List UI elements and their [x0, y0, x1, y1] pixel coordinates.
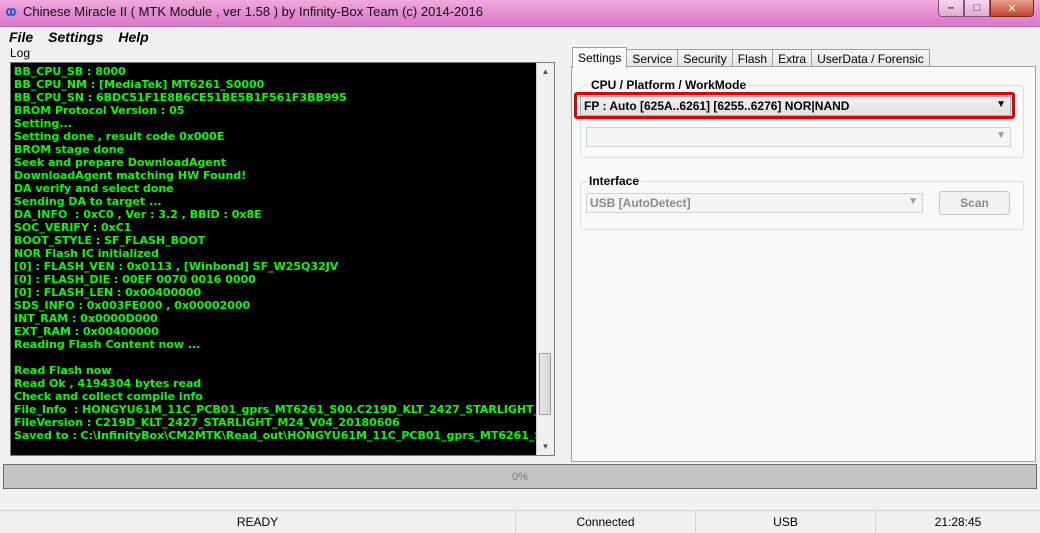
status-interface: USB: [696, 511, 876, 532]
maximize-button[interactable]: □: [964, 0, 990, 17]
log-line: Sending DA to target ...: [14, 195, 162, 208]
tab-settings[interactable]: Settings: [572, 47, 628, 68]
log-line: Check and collect compile info: [14, 390, 203, 403]
log-label: Log: [10, 46, 31, 60]
log-output[interactable]: BB_CPU_SB : 8000 BB_CPU_NM : [MediaTek] M…: [10, 62, 555, 456]
status-connection: Connected: [516, 511, 696, 532]
status-time: 21:28:45: [934, 514, 982, 529]
log-line: BOOT_STYLE : SF_FLASH_BOOT: [14, 234, 206, 247]
log-line: INT_RAM : 0x0000D000: [14, 312, 158, 325]
tab-flash[interactable]: Flash: [731, 49, 774, 67]
secondary-select[interactable]: ▼: [586, 127, 1011, 147]
interface-label: Interface: [587, 174, 642, 188]
scan-button[interactable]: Scan: [939, 191, 1010, 215]
progress-bar: 0%: [3, 464, 1037, 489]
tab-userdata-forensic[interactable]: UserData / Forensic: [811, 49, 930, 67]
log-lines: BB_CPU_SB : 8000 BB_CPU_NM : [MediaTek] M…: [14, 65, 536, 442]
tab-strip: Settings Service Security Flash Extra Us…: [572, 47, 930, 68]
log-line: Setting...: [14, 117, 72, 130]
log-line: BB_CPU_NM : [MediaTek] MT6261_S0000: [14, 78, 265, 91]
log-line: BB_CPU_SN : 6BDC51F1E8B6CE51BE5B1F561F3B…: [14, 91, 347, 104]
chevron-down-icon: ▼: [908, 196, 918, 207]
log-line: DA_INFO : 0xC0 , Ver : 3.2 , BBID : 0x8E: [14, 208, 262, 221]
log-line: DownloadAgent matching HW Found!: [14, 169, 247, 182]
menu-help[interactable]: Help: [118, 29, 148, 45]
settings-panel: CPU / Platform / WorkMode FP : Auto [625…: [571, 66, 1036, 462]
log-line: DA verify and select done: [14, 182, 174, 195]
log-scrollbar[interactable]: ▲ ▼: [536, 63, 554, 455]
window-controls: – □ ✕: [938, 0, 1034, 18]
log-line: SOC_VERIFY : 0xC1: [14, 221, 132, 234]
window-title: Chinese Miracle II ( MTK Module , ver 1.…: [23, 4, 484, 19]
status-state: READY: [0, 511, 516, 532]
progress-text: 0%: [512, 470, 528, 483]
log-line: [0] : FLASH_DIE : 00EF 0070 0016 0000: [14, 273, 256, 286]
interface-select-value: USB [AutoDetect]: [590, 196, 691, 210]
log-line: Read Flash now: [14, 364, 112, 377]
log-line: Saved to : C:\InfinityBox\CM2MTK\Read_ou…: [14, 429, 536, 442]
scroll-up-icon[interactable]: ▲: [537, 63, 554, 80]
tab-service[interactable]: Service: [626, 49, 679, 67]
log-line: BB_CPU_SB : 8000: [14, 65, 126, 78]
log-line: File_Info : HONGYU61M_11C_PCB01_gprs_MT6…: [14, 403, 536, 416]
title-bar[interactable]: Chinese Miracle II ( MTK Module , ver 1.…: [0, 0, 1040, 27]
log-line: FileVersion : C219D_KLT_2427_STARLIGHT_M…: [14, 416, 400, 429]
log-line: Reading Flash Content now ...: [14, 338, 201, 351]
menu-file[interactable]: File: [9, 29, 33, 45]
scroll-down-icon[interactable]: ▼: [537, 438, 554, 455]
tab-extra[interactable]: Extra: [772, 49, 813, 67]
cpu-platform-label: CPU / Platform / WorkMode: [589, 78, 749, 92]
status-bar: READY Connected USB 21:28:45: [0, 510, 1040, 533]
menu-settings[interactable]: Settings: [48, 29, 103, 45]
tab-security[interactable]: Security: [677, 49, 733, 67]
scroll-thumb[interactable]: [539, 353, 551, 415]
log-line: [0] : FLASH_LEN : 0x00400000: [14, 286, 202, 299]
log-line: Setting done , result code 0x000E: [14, 130, 225, 143]
interface-select[interactable]: USB [AutoDetect] ▼: [586, 193, 923, 213]
close-button[interactable]: ✕: [990, 0, 1034, 17]
log-line: [0] : FLASH_VEN : 0x0113 , [Winbond] SF_…: [14, 260, 339, 273]
log-line: BROM stage done: [14, 143, 125, 156]
platform-highlight: [574, 92, 1015, 119]
minimize-button[interactable]: –: [938, 0, 964, 17]
log-line: SDS_INFO : 0x003FE000 , 0x00002000: [14, 299, 251, 312]
log-line: Read Ok , 4194304 bytes read: [14, 377, 202, 390]
infinity-icon: [5, 8, 17, 16]
log-line: NOR Flash IC initialized: [14, 247, 159, 260]
log-line: Seek and prepare DownloadAgent: [14, 156, 226, 169]
chevron-down-icon: ▼: [996, 130, 1006, 141]
log-line: BROM Protocol Version : 05: [14, 104, 185, 117]
log-line: EXT_RAM : 0x00400000: [14, 325, 159, 338]
menu-bar: File Settings Help: [0, 27, 1040, 46]
